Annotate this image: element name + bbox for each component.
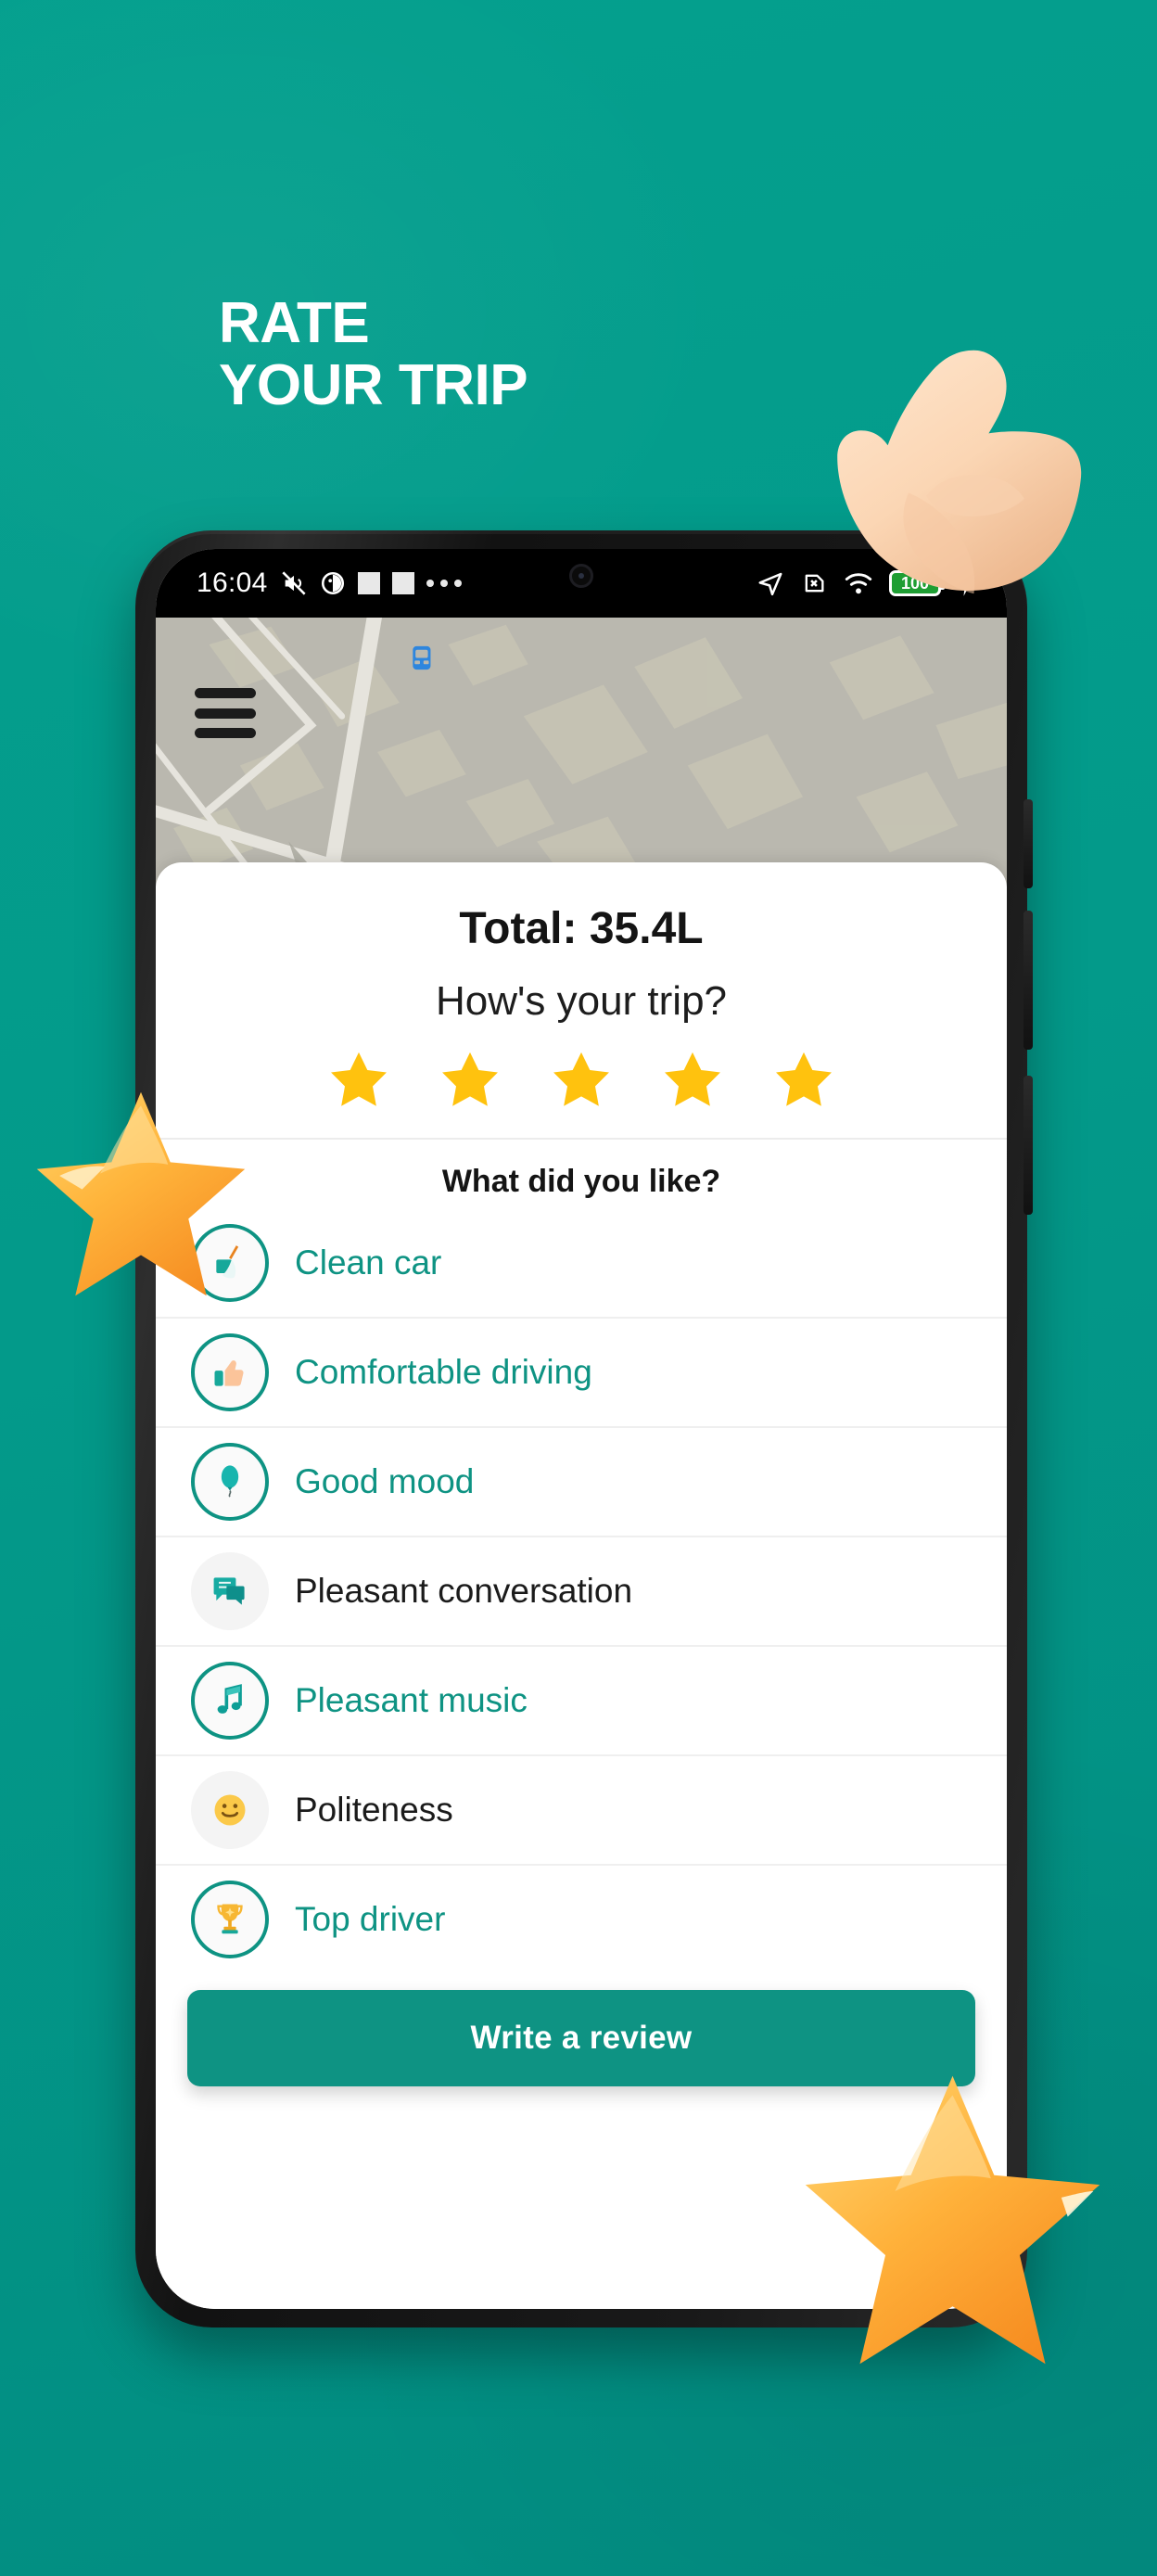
status-bar: 16:04 100 bbox=[156, 549, 1007, 618]
star-icon[interactable] bbox=[664, 1051, 721, 1106]
headline-line-1: RATE bbox=[219, 291, 370, 355]
trip-total: Total: 35.4L bbox=[459, 904, 704, 953]
cta-container: Write a review bbox=[156, 1973, 1007, 2086]
write-review-button[interactable]: Write a review bbox=[187, 1990, 975, 2086]
status-bar-right: 100 bbox=[756, 569, 975, 597]
alarm-icon bbox=[321, 571, 344, 595]
charging-bolt-icon bbox=[960, 570, 973, 596]
rating-question: How's your trip? bbox=[435, 978, 728, 1024]
page-title: RATE YOUR TRIP bbox=[219, 291, 528, 417]
phone-button-power[interactable] bbox=[1024, 799, 1033, 888]
balloon-icon bbox=[191, 1443, 269, 1521]
feedback-options-list: Clean car Comfortable driving Good mood … bbox=[156, 1209, 1007, 1973]
star-icon[interactable] bbox=[553, 1051, 610, 1106]
rating-sheet: Total: 35.4L How's your trip? What did y… bbox=[156, 862, 1007, 2309]
trophy-icon bbox=[191, 1881, 269, 1958]
option-label: Pleasant music bbox=[295, 1681, 528, 1719]
map-view[interactable] bbox=[156, 618, 1007, 886]
battery-level: 100 bbox=[900, 573, 930, 593]
option-pleasant-music[interactable]: Pleasant music bbox=[156, 1647, 1007, 1756]
option-label: Politeness bbox=[295, 1791, 453, 1829]
app-square-icon bbox=[357, 572, 380, 594]
bus-marker-icon bbox=[413, 645, 431, 670]
location-arrow-icon bbox=[758, 572, 782, 596]
option-label: Pleasant conversation bbox=[295, 1572, 633, 1610]
option-label: Top driver bbox=[295, 1900, 446, 1938]
option-top-driver[interactable]: Top driver bbox=[156, 1866, 1007, 1973]
option-good-mood[interactable]: Good mood bbox=[156, 1428, 1007, 1537]
star-icon[interactable] bbox=[441, 1051, 499, 1106]
status-time: 16:04 bbox=[197, 567, 268, 598]
app-screen: 16:04 100 Total: 35.4L How's your trip? … bbox=[156, 549, 1007, 2309]
front-camera-icon bbox=[569, 564, 593, 588]
phone-device: 16:04 100 Total: 35.4L How's your trip? … bbox=[135, 530, 1033, 2327]
wifi-icon bbox=[845, 573, 872, 594]
silent-vibrate-icon bbox=[282, 571, 306, 595]
option-label: Comfortable driving bbox=[295, 1353, 592, 1391]
music-note-icon bbox=[191, 1662, 269, 1740]
no-sim-icon bbox=[805, 574, 824, 593]
status-bar-left: 16:04 bbox=[197, 567, 462, 599]
battery-icon: 100 bbox=[889, 570, 945, 596]
map-graphic bbox=[156, 618, 1007, 886]
broom-icon bbox=[191, 1224, 269, 1302]
star-rating[interactable] bbox=[156, 1025, 1007, 1138]
section-title: What did you like? bbox=[441, 1164, 721, 1199]
overflow-dots-icon bbox=[426, 580, 462, 587]
option-clean-car[interactable]: Clean car bbox=[156, 1209, 1007, 1319]
phone-button-volume-up[interactable] bbox=[1024, 911, 1033, 1050]
headline-line-2: YOUR TRIP bbox=[219, 352, 528, 417]
star-icon[interactable] bbox=[775, 1051, 833, 1106]
app-square-icon bbox=[391, 572, 414, 594]
hamburger-menu-icon[interactable] bbox=[195, 688, 256, 738]
option-pleasant-conversation[interactable]: Pleasant conversation bbox=[156, 1537, 1007, 1647]
smiley-face-icon bbox=[191, 1771, 269, 1849]
option-comfortable-driving[interactable]: Comfortable driving bbox=[156, 1319, 1007, 1428]
phone-button-volume-down[interactable] bbox=[1024, 1076, 1033, 1215]
option-politeness[interactable]: Politeness bbox=[156, 1756, 1007, 1866]
option-label: Good mood bbox=[295, 1462, 475, 1500]
option-label: Clean car bbox=[295, 1243, 442, 1282]
chat-bubble-icon bbox=[191, 1552, 269, 1630]
phone-screen-bezel: 16:04 100 Total: 35.4L How's your trip? … bbox=[156, 549, 1007, 2309]
thumbs-up-icon bbox=[191, 1333, 269, 1411]
star-icon[interactable] bbox=[330, 1051, 388, 1106]
